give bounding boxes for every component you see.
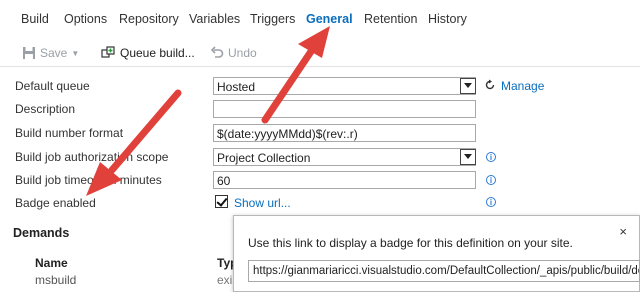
badge-url-field[interactable]: https://gianmariaricci.visualstudio.com/… (248, 260, 640, 282)
toolbar-divider (0, 66, 640, 67)
description-label: Description (15, 102, 76, 116)
demands-title: Demands (13, 226, 70, 240)
info-icon[interactable]: i (486, 152, 496, 162)
tab-bar: Build Options Repository Variables Trigg… (0, 0, 640, 38)
save-icon (23, 47, 35, 59)
auth-scope-label: Build job authorization scope (15, 150, 169, 164)
description-input[interactable] (213, 100, 476, 118)
close-icon[interactable]: × (619, 224, 627, 239)
demands-col-name: Name (35, 256, 68, 270)
chevron-down-icon[interactable] (460, 149, 476, 165)
tab-general[interactable]: General (306, 12, 353, 26)
default-queue-select[interactable]: Hosted (213, 77, 476, 95)
tab-variables[interactable]: Variables (189, 12, 240, 26)
default-queue-label: Default queue (15, 79, 90, 93)
tab-history[interactable]: History (428, 12, 467, 26)
show-url-link[interactable]: Show url... (234, 196, 291, 210)
save-button[interactable]: Save ▼ (22, 46, 79, 60)
timeout-input[interactable]: 60 (213, 171, 476, 189)
info-icon[interactable]: i (486, 175, 496, 185)
manage-link[interactable]: Manage (501, 79, 544, 93)
build-number-format-input[interactable]: $(date:yyyyMMdd)$(rev:.r) (213, 124, 476, 142)
demand-name: msbuild (35, 273, 77, 287)
auth-scope-select[interactable]: Project Collection (213, 148, 476, 166)
undo-icon (210, 46, 224, 58)
build-number-format-label: Build number format (15, 126, 124, 140)
popup-message: Use this link to display a badge for thi… (248, 236, 573, 250)
queue-build-label: Queue build... (120, 46, 195, 60)
badge-enabled-checkbox[interactable] (215, 195, 228, 208)
toolbar: Save ▼ Queue build... Undo (0, 38, 640, 68)
tab-build[interactable]: Build (21, 12, 49, 26)
tab-options[interactable]: Options (64, 12, 107, 26)
queue-build-button[interactable]: Queue build... (101, 46, 195, 60)
queue-build-icon (101, 46, 115, 58)
badge-url-popup: × Use this link to display a badge for t… (233, 215, 640, 292)
chevron-down-icon: ▼ (71, 48, 80, 58)
save-label: Save (40, 46, 68, 60)
undo-button[interactable]: Undo (210, 46, 257, 60)
refresh-icon[interactable] (484, 79, 496, 91)
badge-enabled-label: Badge enabled (15, 196, 96, 210)
info-icon[interactable]: i (486, 197, 496, 207)
chevron-down-icon[interactable] (460, 78, 476, 94)
tab-repository[interactable]: Repository (119, 12, 179, 26)
tab-retention[interactable]: Retention (364, 12, 418, 26)
timeout-label: Build job timeout in minutes (15, 173, 162, 187)
tab-triggers[interactable]: Triggers (250, 12, 295, 26)
undo-label: Undo (228, 46, 257, 60)
